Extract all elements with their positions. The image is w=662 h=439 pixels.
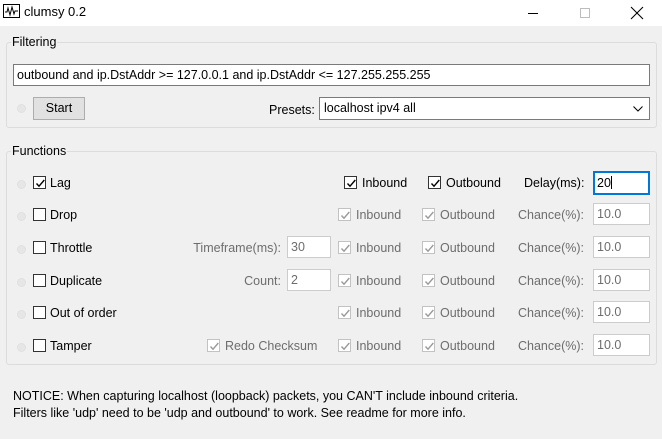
out-of-order-outbound-checkbox[interactable] xyxy=(422,306,435,319)
out-of-order-checkbox[interactable] xyxy=(33,306,46,319)
notice-line-1: NOTICE: When capturing localhost (loopba… xyxy=(13,389,519,403)
duplicate-checkbox[interactable] xyxy=(33,274,46,287)
duplicate-outbound-checkbox[interactable] xyxy=(422,274,435,287)
close-button[interactable] xyxy=(614,0,660,26)
minimize-icon xyxy=(528,13,538,14)
throttle-outbound-checkbox[interactable] xyxy=(422,241,435,254)
waveform-icon xyxy=(3,4,20,18)
drop-label: Drop xyxy=(50,208,78,222)
filter-input[interactable]: outbound and ip.DstAddr >= 127.0.0.1 and… xyxy=(13,64,650,86)
text-caret xyxy=(610,176,612,189)
throttle-outbound-label: Outbound xyxy=(440,241,495,255)
chevron-down-icon xyxy=(633,98,643,119)
drop-checkbox[interactable] xyxy=(33,208,46,221)
presets-label: Presets: xyxy=(269,103,315,117)
presets-selected-value: localhost ipv4 all xyxy=(324,101,416,115)
duplicate-extra-input[interactable]: 2 xyxy=(287,269,331,291)
tamper-outbound-checkbox[interactable] xyxy=(422,339,435,352)
minimize-button[interactable] xyxy=(510,0,556,26)
window-title: clumsy 0.2 xyxy=(24,4,87,19)
tamper-param-input[interactable]: 10.0 xyxy=(593,334,650,356)
duplicate-inbound-checkbox[interactable] xyxy=(338,274,351,287)
functions-group-title: Functions xyxy=(11,144,68,158)
tamper-param-label: Chance(%): xyxy=(518,339,584,353)
throttle-inbound-checkbox[interactable] xyxy=(338,241,351,254)
throttle-status-indicator xyxy=(17,245,26,254)
tamper-param-value: 10.0 xyxy=(597,338,622,352)
lag-label: Lag xyxy=(50,176,71,190)
tamper-redo-checksum-checkbox[interactable] xyxy=(207,339,220,352)
lag-param-input[interactable]: 20 xyxy=(593,171,650,195)
throttle-param-input[interactable]: 10.0 xyxy=(593,236,650,258)
duplicate-label: Duplicate xyxy=(50,274,103,288)
lag-inbound-checkbox[interactable] xyxy=(344,176,357,189)
drop-outbound-checkbox[interactable] xyxy=(422,208,435,221)
throttle-param-label: Chance(%): xyxy=(518,241,584,255)
title-bar: clumsy 0.2 xyxy=(0,0,662,26)
out-of-order-inbound-label: Inbound xyxy=(356,306,402,320)
tamper-redo-checksum-label: Redo Checksum xyxy=(225,339,318,353)
duplicate-inbound-label: Inbound xyxy=(356,274,402,288)
duplicate-param-value: 10.0 xyxy=(597,273,622,287)
out-of-order-param-label: Chance(%): xyxy=(518,306,584,320)
out-of-order-inbound-checkbox[interactable] xyxy=(338,306,351,319)
status-indicator xyxy=(17,104,26,113)
maximize-icon xyxy=(580,8,590,18)
lag-outbound-checkbox[interactable] xyxy=(428,176,441,189)
drop-inbound-label: Inbound xyxy=(356,208,402,222)
lag-param-value: 20 xyxy=(597,176,611,190)
out-of-order-param-value: 10.0 xyxy=(597,305,622,319)
duplicate-status-indicator xyxy=(17,278,26,287)
duplicate-extra-label: Count: xyxy=(244,274,281,288)
lag-param-label: Delay(ms): xyxy=(524,176,585,190)
out-of-order-param-input[interactable]: 10.0 xyxy=(593,301,650,323)
duplicate-param-label: Chance(%): xyxy=(518,274,584,288)
notice-line-2: Filters like 'udp' need to be 'udp and o… xyxy=(13,406,466,420)
out-of-order-status-indicator xyxy=(17,310,26,319)
lag-outbound-label: Outbound xyxy=(446,176,501,190)
tamper-inbound-label: Inbound xyxy=(356,339,402,353)
presets-dropdown[interactable]: localhost ipv4 all xyxy=(319,97,650,120)
tamper-status-indicator xyxy=(17,343,26,352)
drop-outbound-label: Outbound xyxy=(440,208,495,222)
drop-param-input[interactable]: 10.0 xyxy=(593,203,650,225)
lag-checkbox[interactable] xyxy=(33,176,46,189)
tamper-checkbox[interactable] xyxy=(33,339,46,352)
drop-status-indicator xyxy=(17,212,26,221)
out-of-order-outbound-label: Outbound xyxy=(440,306,495,320)
throttle-param-value: 10.0 xyxy=(597,240,622,254)
lag-status-indicator xyxy=(17,180,26,189)
tamper-inbound-checkbox[interactable] xyxy=(338,339,351,352)
out-of-order-label: Out of order xyxy=(50,306,117,320)
close-icon xyxy=(630,6,644,20)
drop-param-value: 10.0 xyxy=(597,207,622,221)
maximize-button[interactable] xyxy=(562,0,608,26)
drop-inbound-checkbox[interactable] xyxy=(338,208,351,221)
tamper-outbound-label: Outbound xyxy=(440,339,495,353)
drop-param-label: Chance(%): xyxy=(518,208,584,222)
throttle-checkbox[interactable] xyxy=(33,241,46,254)
throttle-label: Throttle xyxy=(50,241,93,255)
duplicate-param-input[interactable]: 10.0 xyxy=(593,269,650,291)
throttle-extra-label: Timeframe(ms): xyxy=(193,241,281,255)
start-button[interactable]: Start xyxy=(33,97,85,120)
lag-inbound-label: Inbound xyxy=(362,176,408,190)
duplicate-outbound-label: Outbound xyxy=(440,274,495,288)
throttle-inbound-label: Inbound xyxy=(356,241,402,255)
filtering-group-title: Filtering xyxy=(11,35,58,49)
tamper-label: Tamper xyxy=(50,339,92,353)
throttle-extra-input[interactable]: 30 xyxy=(287,236,331,258)
